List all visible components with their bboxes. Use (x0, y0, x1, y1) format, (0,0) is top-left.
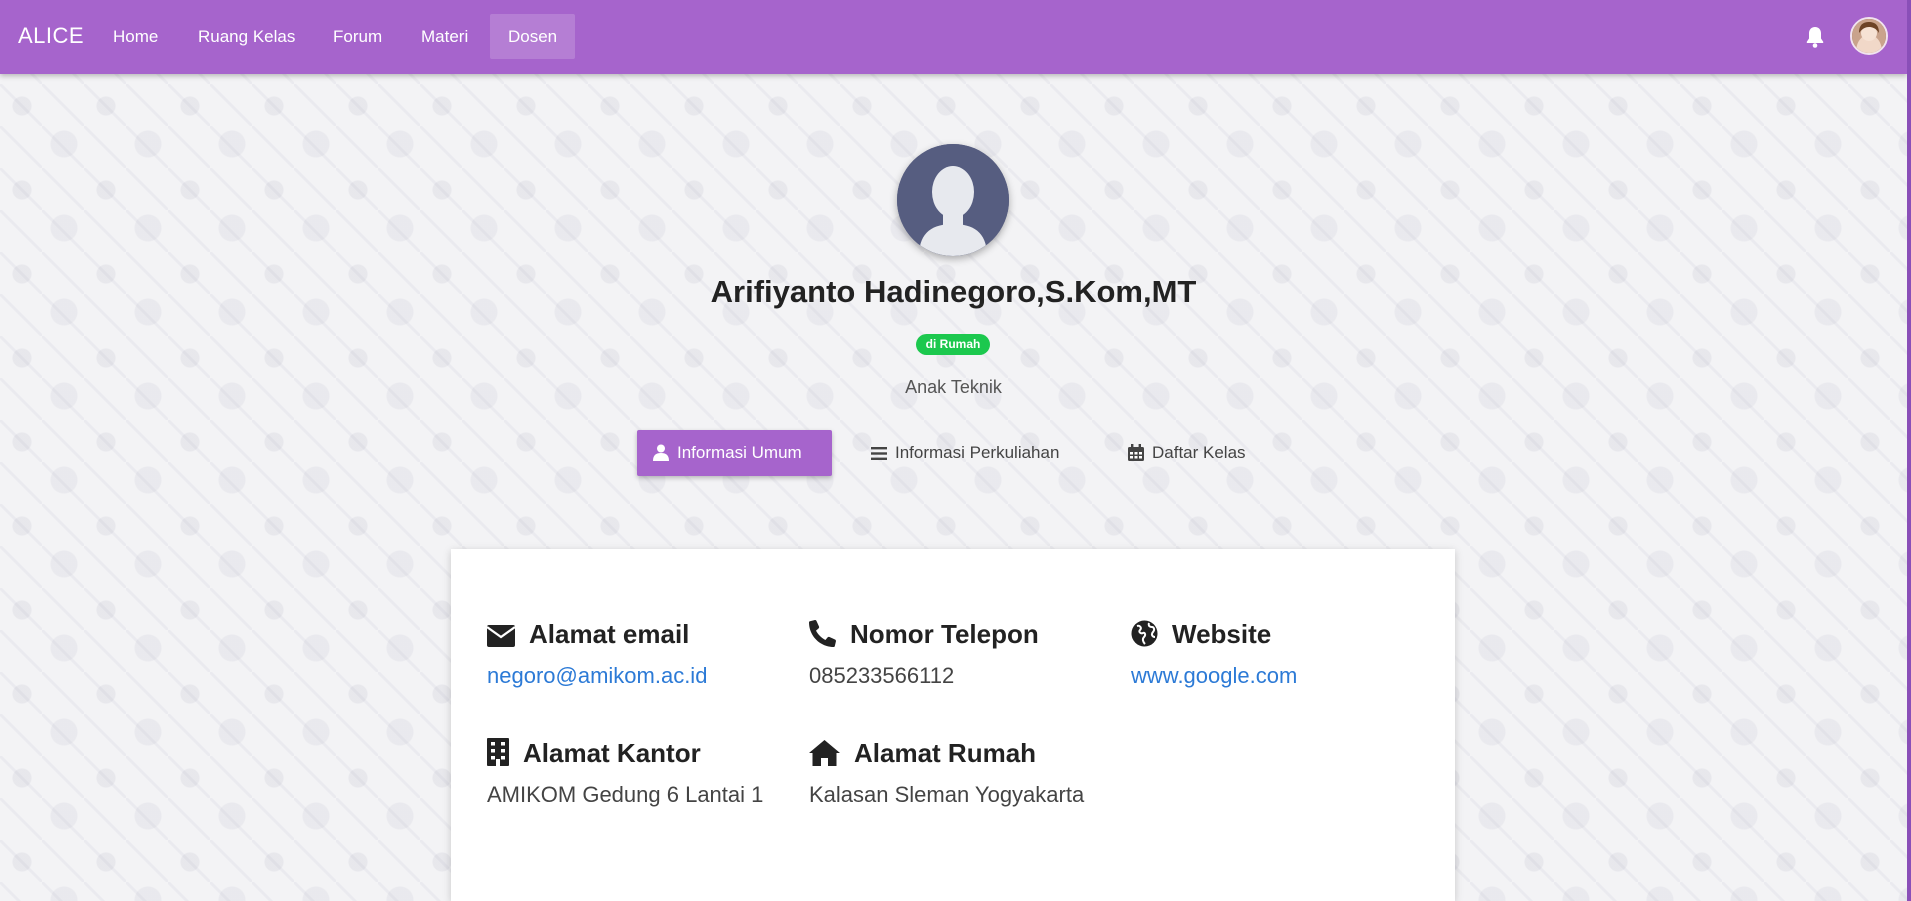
user-avatar[interactable] (1850, 17, 1888, 55)
tab-label: Informasi Umum (677, 443, 802, 462)
nav-ruang-kelas[interactable]: Ruang Kelas (180, 14, 313, 59)
website-title: Website (1131, 618, 1271, 650)
home-value: Kalasan Sleman Yogyakarta (809, 782, 1085, 807)
list-icon (871, 447, 887, 460)
profile-subtitle: Anak Teknik (905, 377, 1002, 397)
profile-name: Arifiyanto Hadinegoro,S.Kom,MT (710, 274, 1197, 309)
nav-forum[interactable]: Forum (315, 14, 400, 59)
tab-label: Informasi Perkuliahan (895, 443, 1060, 462)
phone-title: Nomor Telepon (809, 618, 1039, 650)
brand-logo[interactable]: ALICE (18, 23, 84, 49)
envelope-icon (486, 625, 516, 647)
email-value[interactable]: negoro@amikom.ac.id (487, 662, 707, 690)
globe-icon (1131, 620, 1158, 647)
bell-icon[interactable] (1804, 25, 1826, 49)
user-icon (653, 444, 669, 461)
phone-icon (809, 620, 836, 647)
top-navbar: ALICE Home Ruang Kelas Forum Materi Dose… (0, 0, 1907, 74)
tab-informasi-perkuliahan[interactable]: Informasi Perkuliahan (855, 430, 1095, 476)
email-title: Alamat email (486, 618, 689, 650)
nav-materi[interactable]: Materi (403, 14, 486, 59)
status-badge: di Rumah (916, 334, 990, 355)
phone-value: 085233566112 (809, 663, 955, 688)
tab-daftar-kelas[interactable]: Daftar Kelas (1112, 430, 1287, 476)
home-title: Alamat Rumah (809, 737, 1036, 769)
nav-dosen[interactable]: Dosen (490, 14, 576, 59)
tab-informasi-umum[interactable]: Informasi Umum (637, 430, 832, 476)
office-title: Alamat Kantor (487, 737, 701, 769)
nav-home[interactable]: Home (95, 14, 176, 59)
calendar-icon (1128, 444, 1144, 461)
profile-photo (897, 144, 1009, 256)
website-link[interactable]: www.google.com (1131, 662, 1297, 690)
tab-label: Daftar Kelas (1152, 443, 1246, 462)
scrollbar[interactable] (1907, 0, 1911, 901)
home-icon (809, 740, 840, 766)
info-card: Alamat email negoro@amikom.ac.id Nomor T… (451, 549, 1455, 901)
building-icon (487, 738, 509, 766)
office-value: AMIKOM Gedung 6 Lantai 1 (487, 782, 764, 807)
